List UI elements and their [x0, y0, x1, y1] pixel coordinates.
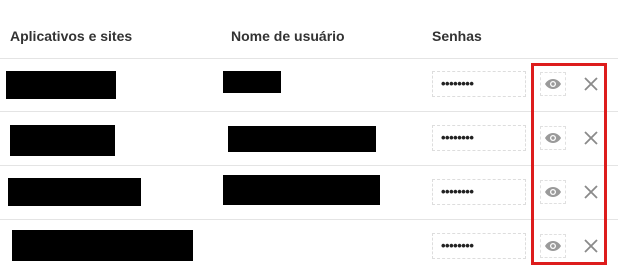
table-row: ••••••••: [0, 58, 618, 112]
table-header: Aplicativos e sites Nome de usuário Senh…: [0, 0, 618, 59]
table-row: ••••••••: [0, 166, 618, 220]
password-field[interactable]: ••••••••: [432, 179, 526, 205]
password-field[interactable]: ••••••••: [432, 233, 526, 259]
table-row: ••••••••: [0, 220, 618, 273]
header-username: Nome de usuário: [231, 28, 345, 44]
site-redaction: [6, 71, 116, 99]
username-redaction: [223, 71, 281, 93]
password-field[interactable]: ••••••••: [432, 71, 526, 97]
username-redaction: [228, 126, 376, 152]
header-apps-sites: Aplicativos e sites: [10, 28, 133, 44]
actions-highlight-box: [531, 63, 607, 265]
password-field[interactable]: ••••••••: [432, 125, 526, 151]
header-passwords: Senhas: [432, 28, 482, 44]
table-row: ••••••••: [0, 112, 618, 166]
site-redaction: [12, 230, 193, 261]
site-redaction: [10, 125, 115, 156]
username-redaction: [223, 175, 380, 205]
site-redaction: [8, 178, 141, 206]
